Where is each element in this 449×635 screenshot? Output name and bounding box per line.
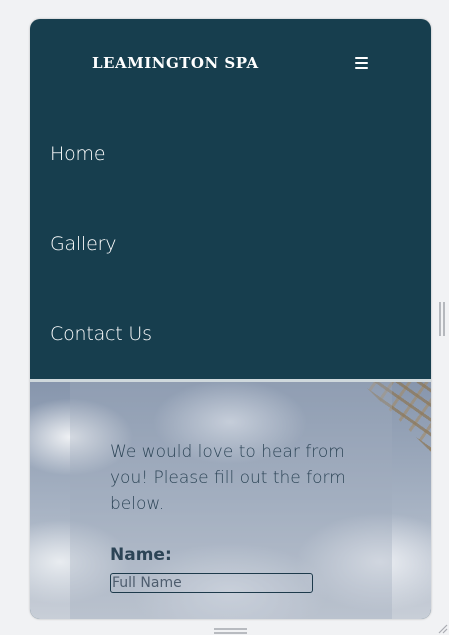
contact-intro-text: We would love to hear from you! Please f… <box>110 442 346 514</box>
hamburger-menu-icon[interactable] <box>355 57 368 69</box>
nav-item-home[interactable]: Home <box>50 143 106 165</box>
nav-item-gallery[interactable]: Gallery <box>50 233 116 255</box>
name-label: Name: <box>110 545 172 565</box>
contact-section: We would love to hear from you! Please f… <box>30 379 431 619</box>
full-name-input[interactable] <box>110 573 313 593</box>
mobile-viewport: LEAMINGTON SPA Home Gallery Contact Us W… <box>30 19 431 619</box>
vertical-resize-handle[interactable] <box>439 302 445 336</box>
horizontal-resize-handle[interactable] <box>214 628 247 634</box>
resize-grip-icon[interactable] <box>436 622 448 634</box>
site-brand[interactable]: LEAMINGTON SPA <box>92 54 259 72</box>
nav-item-contact[interactable]: Contact Us <box>50 323 152 345</box>
header-bar: LEAMINGTON SPA <box>30 19 431 109</box>
